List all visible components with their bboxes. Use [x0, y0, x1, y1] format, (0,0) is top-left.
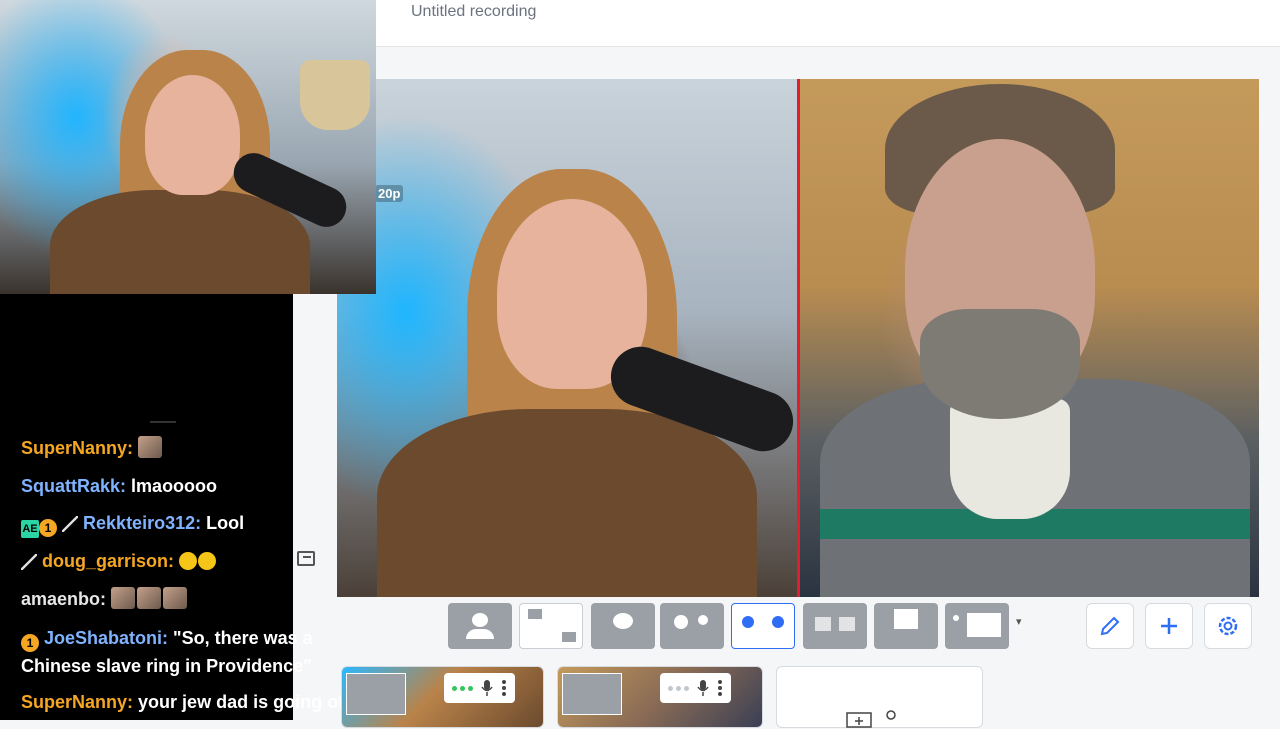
- plus-icon: [1161, 618, 1177, 634]
- gift-badge-icon: 1: [39, 519, 57, 537]
- chat-message: amaenbo:: [21, 585, 189, 613]
- chat-message: 1 JoeShabatoni: "So, there was a Chinese…: [21, 624, 361, 680]
- more-options-icon[interactable]: [717, 679, 723, 697]
- participant-controls: [660, 673, 731, 703]
- layout-presenter-button[interactable]: [591, 603, 655, 649]
- chat-text: your jew dad is going off: [138, 692, 351, 712]
- participant-card-guest[interactable]: [557, 666, 763, 728]
- subscriber-badge-icon: AE: [21, 520, 39, 538]
- chat-username: SuperNanny:: [21, 692, 134, 712]
- avatar: [346, 673, 406, 715]
- person-icon: [698, 615, 708, 625]
- emote-icon: [111, 587, 136, 609]
- video-stage: 20p: [337, 79, 1259, 597]
- avatar: [562, 673, 622, 715]
- microphone-icon[interactable]: [697, 679, 709, 697]
- layout-list-screen-button[interactable]: [945, 603, 1009, 649]
- chat-username: amaenbo:: [21, 589, 107, 609]
- recording-title[interactable]: Untitled recording: [411, 3, 536, 21]
- gear-icon: [1218, 616, 1238, 636]
- knife-badge-icon: [21, 554, 37, 570]
- settings-button[interactable]: [1204, 603, 1252, 649]
- add-participant-icon: [846, 710, 896, 728]
- streamer-webcam-overlay: [0, 0, 376, 294]
- video-tile-host[interactable]: [337, 79, 797, 597]
- mic-level-indicator: [668, 685, 689, 691]
- more-options-icon[interactable]: [501, 679, 507, 697]
- chat-text: lmaooooo: [131, 476, 218, 496]
- person-icon: [839, 617, 855, 631]
- chat-text: Lool: [206, 513, 245, 533]
- layout-single-plus-button[interactable]: [660, 603, 724, 649]
- person-icon: [772, 616, 784, 628]
- layout-grid-button[interactable]: [519, 603, 583, 649]
- resolution-badge: 20p: [375, 185, 404, 202]
- person-icon: [472, 613, 488, 627]
- chat-username: SuperNanny:: [21, 438, 134, 458]
- add-participant-card[interactable]: [776, 666, 983, 728]
- person-icon: [742, 616, 754, 628]
- person-icon: [815, 617, 831, 631]
- chat-username: doug_garrison:: [42, 551, 175, 571]
- knife-badge-icon: [62, 516, 79, 532]
- participant-card-host[interactable]: [341, 666, 544, 728]
- screen-icon: [967, 613, 1001, 637]
- gift-badge-icon: 1: [21, 634, 39, 652]
- edit-button[interactable]: [1086, 603, 1134, 649]
- chat-message: SuperNanny:: [21, 434, 164, 462]
- laughing-emoji-icon: [198, 552, 217, 570]
- layout-panel-icon[interactable]: [297, 551, 315, 566]
- layout-two-small-button[interactable]: [803, 603, 867, 649]
- person-icon: [613, 613, 633, 629]
- emote-icon: [138, 436, 163, 458]
- chat-username: SquattRakk:: [21, 476, 127, 496]
- chat-message: SuperNanny: your jew dad is going off: [21, 688, 350, 716]
- mic-level-indicator: [452, 685, 473, 691]
- person-icon: [528, 609, 542, 619]
- video-tile-guest[interactable]: [797, 79, 1259, 597]
- emote-icon: [137, 587, 162, 609]
- microphone-icon[interactable]: [481, 679, 493, 697]
- layout-screen-button[interactable]: [874, 603, 938, 649]
- add-button[interactable]: [1145, 603, 1193, 649]
- chevron-down-icon[interactable]: ▾: [1016, 615, 1030, 629]
- person-icon: [674, 615, 688, 629]
- recording-header: Untitled recording: [376, 0, 1280, 47]
- chat-username: JoeShabatoni:: [44, 628, 169, 648]
- chat-message: AE 1 Rekkteiro312: Lool: [21, 509, 244, 538]
- laughing-emoji-icon: [179, 552, 198, 570]
- pencil-icon: [1100, 616, 1120, 636]
- chat-username: Rekkteiro312:: [83, 513, 202, 533]
- screen-icon: [894, 609, 918, 629]
- participant-controls: [444, 673, 515, 703]
- chat-message: SquattRakk: lmaooooo: [21, 472, 217, 500]
- layout-single-button[interactable]: [448, 603, 512, 649]
- layout-side-by-side-button[interactable]: [731, 603, 795, 649]
- person-icon: [562, 632, 576, 642]
- chat-message: doug_garrison:: [21, 547, 217, 575]
- emote-icon: [163, 587, 188, 609]
